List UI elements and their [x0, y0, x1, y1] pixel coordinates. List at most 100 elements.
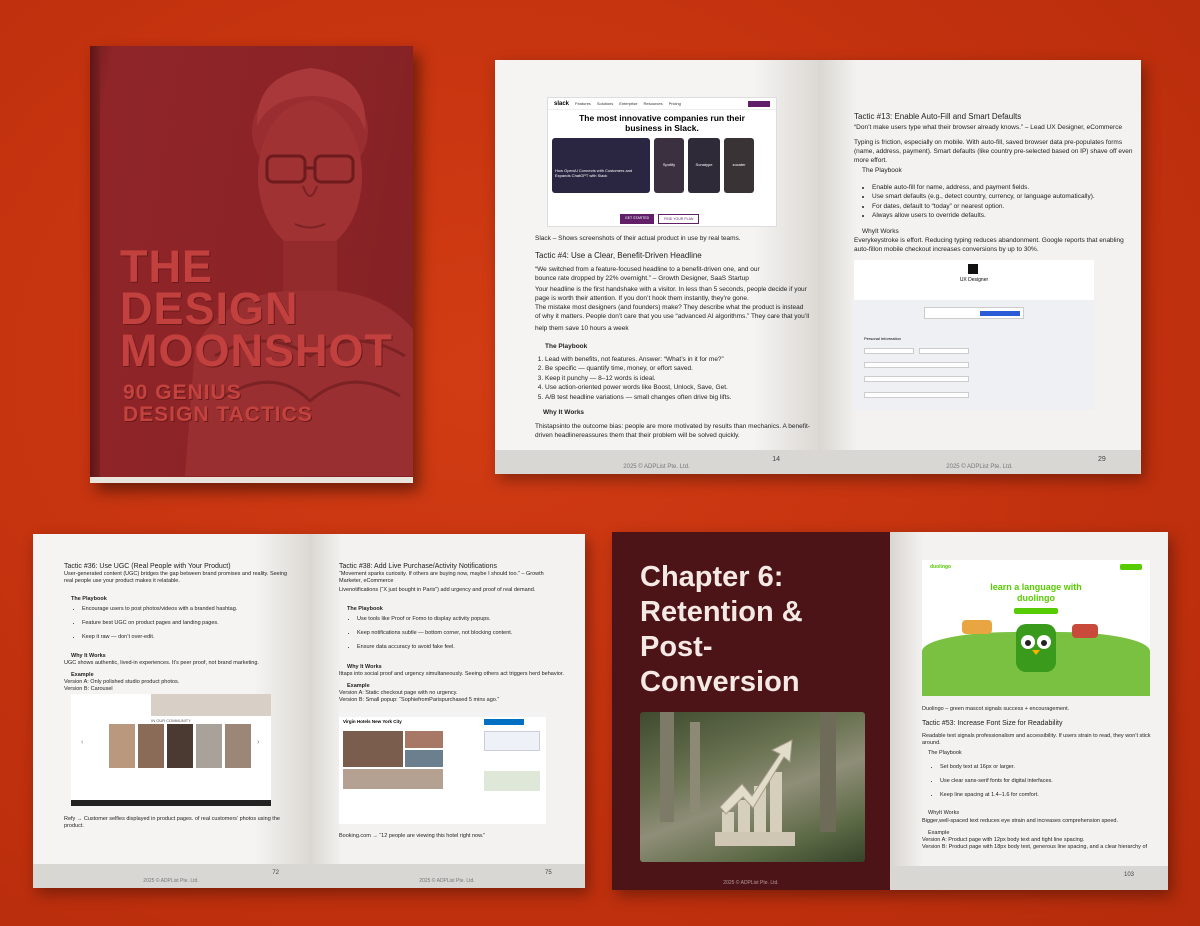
tactic-13-why: Everykeystroke is effort. Reducing typin… [854, 237, 1124, 253]
ugc-screenshot: IN OUR COMMUNITY ‹ › [71, 694, 271, 806]
chapter-title-line: Conversion [640, 666, 800, 698]
list-item: Encourage users to post photos/videos wi… [82, 606, 294, 614]
address-field[interactable] [864, 376, 969, 382]
growth-statue-image [640, 712, 865, 862]
duolingo-headline: learn a language with duolingo [990, 582, 1082, 603]
carousel-next-icon[interactable]: › [257, 739, 259, 746]
carousel-prev-icon[interactable]: ‹ [81, 739, 83, 746]
first-name-field[interactable] [864, 348, 914, 354]
slack-cta [748, 100, 770, 107]
autofill-prompt[interactable] [924, 307, 1024, 319]
tactic-38-quote: “Movement sparks curiosity. If others ar… [339, 571, 544, 585]
page-footer: 72 2025 © ADPList Pte. Ltd. [33, 864, 309, 888]
get-started-button[interactable] [1120, 564, 1142, 570]
cover-title: THE DESIGN MOONSHOT [120, 244, 393, 376]
list-item: A/B test headline variations — small cha… [545, 393, 807, 402]
cover-title-line: MOONSHOT [120, 325, 393, 376]
page-footer: 29 2025 © ADPList Pte. Ltd. [818, 450, 1141, 474]
pastry-illustration [962, 620, 992, 634]
form-body: Personal Information [854, 300, 1094, 410]
slack-nav-item: Enterprise [619, 101, 638, 106]
spread-pages-72-75: Tactic #36: Use UGC (Real People with Yo… [33, 534, 585, 888]
growth-chart-sculpture-icon [660, 712, 836, 846]
tactic-4-why: Thistapsinto the outcome bias: people ar… [535, 423, 810, 439]
page-75: Tactic #38: Add Live Purchase/Activity N… [309, 534, 585, 888]
tactic-36-list: Encourage users to post photos/videos wi… [64, 606, 294, 642]
slack-logo-card: zocater [724, 138, 754, 193]
cover-subtitle-line: DESIGN TACTICS [123, 403, 313, 426]
tactic-13-quote: “Don’t make users type what their browse… [854, 124, 1123, 131]
hotel-name: Virgin Hotels New York City [343, 719, 402, 724]
map-thumbnail[interactable] [484, 771, 540, 791]
tactic-13-title: Tactic #13: Enable Auto-Fill and Smart D… [854, 112, 1022, 121]
cover-page-edge [90, 477, 413, 483]
company-logo-icon [968, 264, 978, 274]
form-title: UX Designer [959, 277, 989, 283]
list-item: Keep it raw — don’t over-edit. [82, 634, 294, 642]
food-illustration [1072, 624, 1098, 638]
why-it-works-heading: Why It Works [543, 409, 585, 416]
why-it-works-heading: WhyIt Works [928, 810, 960, 816]
list-item: Use smart defaults (e.g., detect country… [872, 192, 1129, 201]
ugc-label: IN OUR COMMUNITY [151, 718, 191, 723]
page-number: 14 [772, 456, 780, 463]
cover-subtitle: 90 GENIUS DESIGN TACTICS [123, 382, 313, 426]
list-item: Use tools like Proof or Fomo to display … [357, 616, 564, 624]
page-29: Tactic #13: Enable Auto-Fill and Smart D… [818, 60, 1141, 474]
chapter-title: Chapter 6: Retention & Post- Conversion [640, 560, 803, 700]
last-name-field[interactable] [919, 348, 969, 354]
page-number: 72 [272, 870, 279, 876]
slack-logo-card: Spotify [654, 138, 684, 193]
tactic-38-title: Tactic #38: Add Live Purchase/Activity N… [339, 563, 497, 570]
cover-subtitle-line: 90 GENIUS [123, 381, 242, 404]
list-item: Keep it punchy — 8–12 words is ideal. [545, 374, 807, 383]
slack-nav-item: Resources [643, 101, 663, 106]
slack-nav: slack Features Solutions Enterprise Reso… [548, 98, 776, 110]
slack-nav-item: Features [575, 101, 591, 106]
playbook-heading: The Playbook [862, 167, 902, 174]
page-14: slack Features Solutions Enterprise Reso… [495, 60, 818, 474]
list-item: Ensure data accuracy to avoid fake feel. [357, 644, 564, 652]
find-plan-button[interactable]: FIND YOUR PLAN [658, 214, 700, 224]
ugc-photo [167, 724, 193, 768]
slack-headline: The most innovative companies run their … [579, 113, 745, 133]
list-item: Enable auto-fill for name, address, and … [872, 183, 1129, 192]
tactic-13-list: Enable auto-fill for name, address, and … [854, 183, 1129, 221]
page-number: 103 [1124, 872, 1135, 878]
start-button[interactable] [1014, 608, 1058, 614]
list-item: Set body text at 16px or larger. [940, 764, 1152, 772]
tactic-53-title: Tactic #53: Increase Font Size for Reada… [922, 720, 1063, 727]
tactic-13-body: Typing is friction, especially on mobile… [854, 139, 1133, 164]
form-section-title: Personal Information [864, 336, 901, 341]
list-item: Keep notifications subtle — bottom corne… [357, 630, 564, 638]
hotel-photo [343, 731, 403, 767]
list-item: Lead with benefits, not features. Answer… [545, 355, 807, 364]
chapter-title-line: Chapter 6: [640, 561, 784, 593]
list-item: Keep line spacing at 1.4–1.6 for comfort… [940, 792, 1152, 800]
review-box [484, 731, 540, 751]
hotel-photo [343, 769, 443, 789]
playbook-heading: The Playbook [71, 596, 107, 602]
version-b: Version B: Carousel [64, 686, 113, 692]
ugc-photo [225, 724, 251, 768]
tactic-38-body: Livenotifications (“X just bought in Par… [339, 587, 536, 593]
slack-logo-card: Sonatype [688, 138, 720, 193]
ugc-photo [196, 724, 222, 768]
copyright: 2025 © ADPList Pte. Ltd. [143, 878, 199, 884]
duo-owl-mascot-icon [1016, 624, 1056, 672]
hotel-photo [405, 731, 443, 748]
copyright: 2025 © ADPList Pte. Ltd. [419, 878, 475, 884]
ugc-photo [138, 724, 164, 768]
duolingo-screenshot: duolingo learn a language with duolingo [922, 560, 1150, 696]
get-started-button[interactable]: GET STARTED [620, 214, 655, 224]
autofill-button[interactable] [980, 311, 1020, 316]
phone-field[interactable] [864, 392, 969, 398]
email-field[interactable] [864, 362, 969, 368]
reserve-button[interactable] [484, 719, 524, 725]
page-footer: 75 2025 © ADPList Pte. Ltd. [309, 864, 585, 888]
tactic-36-why: UGC shows authentic, lived-in experience… [64, 660, 259, 666]
book-cover: THE DESIGN MOONSHOT 90 GENIUS DESIGN TAC… [90, 46, 413, 483]
copyright: 2025 © ADPList Pte. Ltd. [623, 464, 690, 470]
form-screenshot: UX Designer Personal Information [854, 260, 1094, 410]
why-it-works-heading: WhyIt Works [862, 228, 899, 235]
